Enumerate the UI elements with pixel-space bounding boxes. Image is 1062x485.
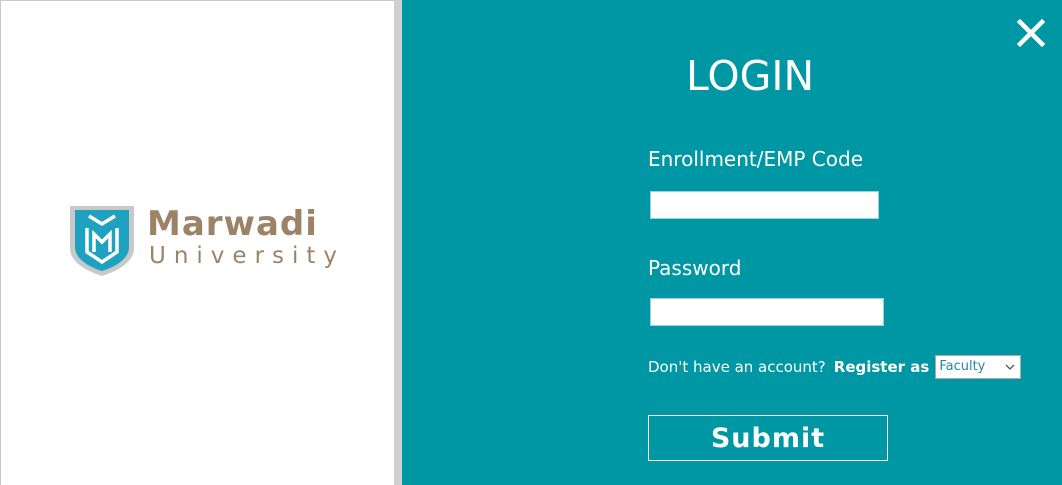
- register-row: Don't have an account? Register as Facul…: [648, 355, 1022, 379]
- logo-name-text: Marwadi: [147, 204, 318, 244]
- logo-sub-text: University: [149, 243, 346, 269]
- password-input[interactable]: [650, 298, 884, 326]
- submit-button[interactable]: Submit: [648, 415, 888, 461]
- chevron-down-icon: [1005, 364, 1015, 370]
- register-prompt: Don't have an account?: [648, 358, 826, 376]
- login-title: LOGIN: [686, 52, 815, 100]
- enrollment-label: Enrollment/EMP Code: [648, 147, 863, 171]
- register-role-value: Faculty: [939, 359, 986, 374]
- panel-divider: [394, 0, 402, 485]
- password-label: Password: [648, 256, 742, 280]
- close-button[interactable]: [1012, 14, 1050, 52]
- register-role-select[interactable]: Faculty: [935, 355, 1022, 379]
- university-logo: Marwadi University: [67, 204, 367, 278]
- register-label: Register as: [833, 358, 930, 376]
- marwadi-shield-logo: [70, 206, 134, 276]
- branding-panel: Marwadi University: [0, 0, 394, 485]
- close-icon: [1016, 18, 1046, 48]
- enrollment-input[interactable]: [650, 191, 879, 219]
- login-panel: LOGIN Enrollment/EMP Code Password Don't…: [402, 0, 1062, 485]
